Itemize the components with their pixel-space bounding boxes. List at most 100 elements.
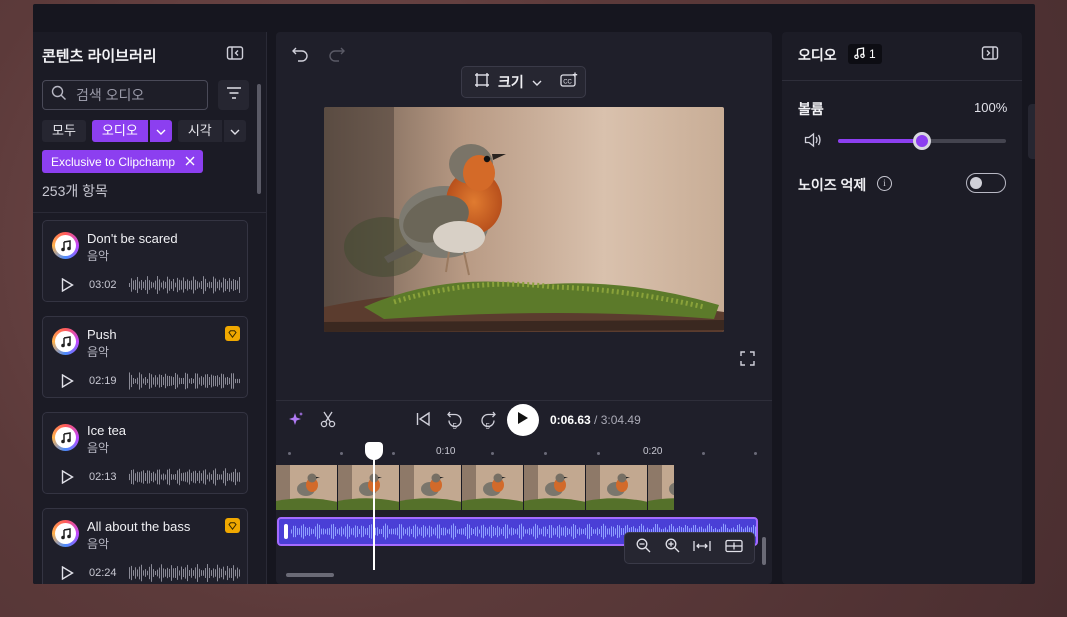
svg-text:5: 5 <box>453 422 458 431</box>
result-count: 253개 항목 <box>42 183 108 199</box>
chip-audio[interactable]: 오디오 <box>91 120 148 142</box>
video-clip-track[interactable] <box>276 465 674 510</box>
list-item[interactable]: All about the bass 음악 02:24 <box>42 508 248 584</box>
video-thumbnail-frame <box>338 465 400 510</box>
video-thumbnail-frame <box>276 465 338 510</box>
volume-label: 볼륨 <box>798 101 824 117</box>
side-panel-handle[interactable] <box>1028 104 1035 159</box>
active-filter-tag[interactable]: Exclusive to Clipchamp <box>42 150 204 173</box>
speaker-icon[interactable] <box>804 132 822 153</box>
waveform <box>129 372 240 390</box>
collapse-properties-icon[interactable] <box>981 45 999 66</box>
play-icon[interactable] <box>61 277 74 297</box>
play-icon[interactable] <box>61 373 74 393</box>
clipchamp-editor: 콘텐츠 라이브러리 모두 오디오 시각 <box>33 4 1035 584</box>
track-duration: 03:02 <box>89 279 117 291</box>
undo-icon[interactable] <box>291 46 309 67</box>
chip-visual-group: 시각 <box>177 120 246 142</box>
search-field[interactable] <box>42 80 208 110</box>
ruler-tick <box>702 452 705 455</box>
play-icon[interactable] <box>61 469 74 489</box>
chevron-down-icon <box>156 122 166 140</box>
rewind-5-seconds-icon[interactable]: 5 <box>446 409 464 436</box>
chip-visual-dropdown[interactable] <box>223 120 246 142</box>
track-duration: 02:19 <box>89 375 117 387</box>
music-app-icon <box>52 328 79 355</box>
panel-divider <box>782 80 1022 81</box>
timeline-zoom-controls <box>624 532 755 564</box>
captions-add-icon[interactable]: CC <box>560 72 578 93</box>
fit-to-width-icon[interactable] <box>693 539 712 558</box>
chip-visual[interactable]: 시각 <box>177 120 222 142</box>
chevron-down-icon <box>532 73 542 91</box>
aspect-ratio-button[interactable]: 크기 CC <box>461 66 586 98</box>
track-genre: 음악 <box>87 249 110 263</box>
library-scrollbar[interactable] <box>257 84 261 194</box>
volume-slider[interactable] <box>838 132 1006 150</box>
play-icon <box>517 411 529 430</box>
zoom-out-icon[interactable] <box>636 538 651 558</box>
ruler-tick <box>754 452 757 455</box>
track-genre: 음악 <box>87 537 110 551</box>
music-note-icon <box>854 46 865 62</box>
music-app-icon <box>52 232 79 259</box>
chip-audio-dropdown[interactable] <box>149 120 172 142</box>
skip-to-start-icon[interactable] <box>415 411 431 432</box>
library-title: 콘텐츠 라이브러리 <box>42 48 157 65</box>
video-thumbnail-frame <box>524 465 586 510</box>
info-icon[interactable]: i <box>877 176 892 191</box>
search-input[interactable] <box>74 86 198 104</box>
premium-diamond-icon <box>225 518 240 533</box>
ruler-tick <box>392 452 395 455</box>
chip-all[interactable]: 모두 <box>42 120 86 142</box>
ruler-tick <box>544 452 547 455</box>
total-duration: / 3:04.49 <box>594 413 641 427</box>
list-item[interactable]: Ice tea 음악 02:13 <box>42 412 248 494</box>
list-item[interactable]: Push 음악 02:19 <box>42 316 248 398</box>
ruler-label: 0:20 <box>643 446 663 457</box>
track-name: Push <box>87 327 117 342</box>
timeline-ruler[interactable]: 0:10 0:20 <box>276 442 772 464</box>
filter-button[interactable] <box>218 80 249 110</box>
waveform <box>129 276 240 294</box>
video-thumbnail-frame <box>586 465 648 510</box>
video-thumbnail-frame <box>648 465 674 510</box>
chevron-down-icon <box>230 122 240 140</box>
redo-icon[interactable] <box>328 46 346 67</box>
ruler-tick <box>597 452 600 455</box>
play-icon[interactable] <box>61 565 74 584</box>
zoom-in-icon[interactable] <box>665 538 680 558</box>
track-duration: 02:13 <box>89 471 117 483</box>
category-chips: 모두 오디오 시각 <box>42 120 246 142</box>
premium-diamond-icon <box>225 326 240 341</box>
track-name: All about the bass <box>87 519 191 534</box>
magic-sparkle-icon[interactable] <box>288 411 304 432</box>
filter-icon <box>226 86 242 105</box>
clip-trim-handle[interactable] <box>284 524 288 539</box>
ruler-label: 0:10 <box>436 446 456 457</box>
video-thumbnail-frame <box>462 465 524 510</box>
collapse-panel-icon[interactable] <box>226 44 244 62</box>
current-time: 0:06.63 <box>550 413 591 427</box>
audio-properties-panel: 오디오 1 볼륨 100% 노이즈 억제 i <box>782 32 1022 584</box>
robin-bird-image <box>324 107 724 332</box>
play-button[interactable] <box>507 404 539 436</box>
list-item[interactable]: Don't be scared 음악 03:02 <box>42 220 248 302</box>
forward-5-seconds-icon[interactable]: 5 <box>479 409 497 436</box>
noise-suppression-toggle[interactable] <box>966 173 1006 193</box>
waveform <box>129 468 240 486</box>
track-name: Ice tea <box>87 423 127 438</box>
split-scissors-icon[interactable] <box>320 411 336 433</box>
ruler-tick <box>340 452 343 455</box>
timeline-horizontal-scrollbar[interactable] <box>286 573 334 577</box>
playhead-line <box>373 452 375 570</box>
timecode: 0:06.63 / 3:04.49 <box>550 413 641 427</box>
video-preview[interactable] <box>324 107 724 332</box>
expand-tracks-icon[interactable] <box>725 539 743 558</box>
playhead[interactable] <box>365 442 383 460</box>
video-thumbnail-frame <box>400 465 462 510</box>
close-icon[interactable] <box>185 155 195 169</box>
volume-slider-thumb[interactable] <box>913 132 931 150</box>
timeline-vertical-scrollbar[interactable] <box>762 537 766 565</box>
fullscreen-icon[interactable] <box>740 351 755 371</box>
